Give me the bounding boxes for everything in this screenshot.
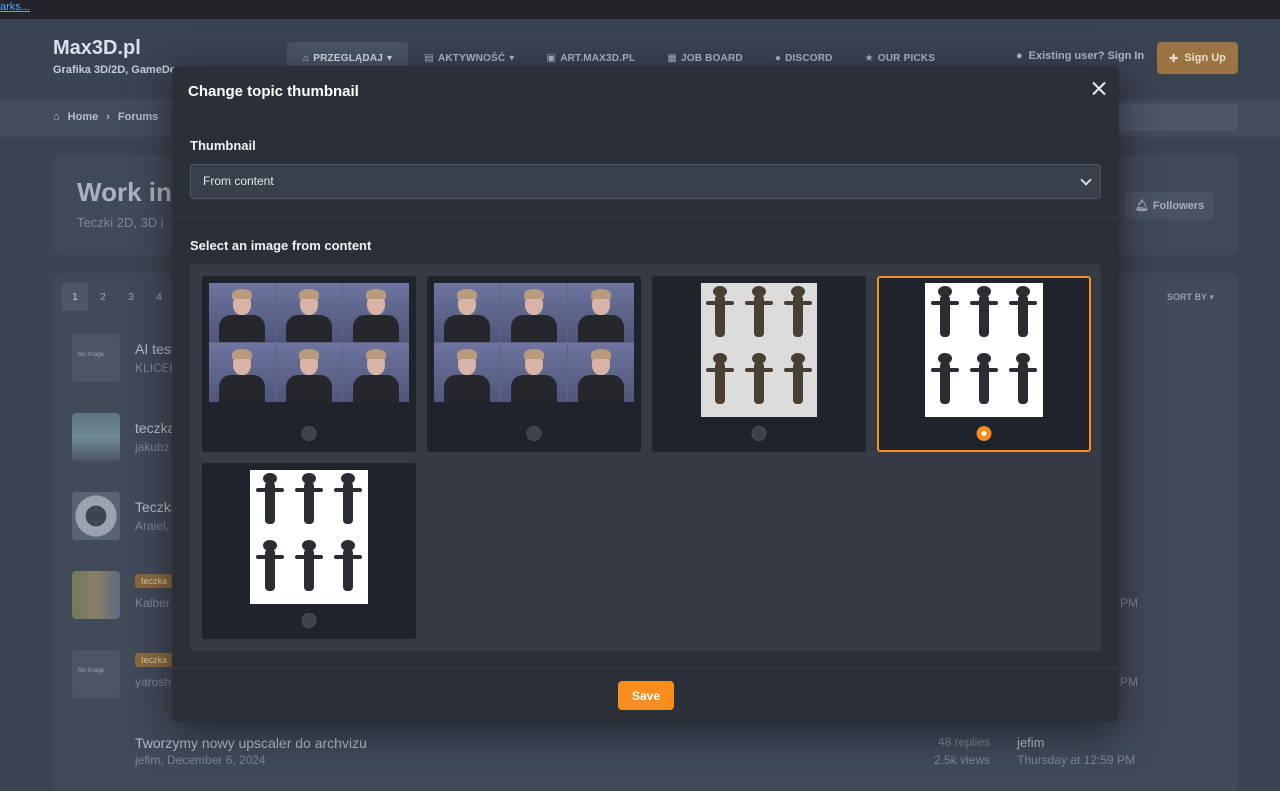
chevron-right-icon: › [106, 111, 110, 123]
image-radio[interactable] [301, 426, 317, 441]
image-radio[interactable] [526, 426, 542, 441]
sign-in-label: Existing user? Sign In [1028, 50, 1145, 62]
topic-thumbnail[interactable] [72, 334, 120, 382]
sign-in-link[interactable]: ● Existing user? Sign In [1016, 50, 1144, 62]
image-option-selected[interactable] [877, 276, 1091, 452]
page-4[interactable]: 4 [146, 283, 172, 311]
creature-sheet-image[interactable] [701, 283, 817, 417]
chevron-down-icon [1080, 174, 1092, 186]
thumbnail-source-select[interactable]: From content [190, 164, 1101, 199]
user-icon: ● [1016, 50, 1023, 62]
followers-button[interactable]: 🔔︎ Followers [1125, 192, 1214, 219]
home-icon: ⌂ [53, 111, 60, 123]
topic-thumbnail[interactable] [72, 650, 120, 698]
image-option[interactable] [652, 276, 866, 452]
topic-thumbnail[interactable] [72, 413, 120, 461]
forum-title: Work in [77, 177, 172, 207]
bell-icon: 🔔︎ [1134, 200, 1149, 212]
search-input[interactable] [1100, 104, 1238, 131]
site-subtitle: Grafika 3D/2D, GameDev [53, 64, 183, 76]
nav-label: OUR PICKS [877, 52, 936, 64]
topic-thumbnail[interactable] [72, 492, 120, 540]
last-post-time: PM [1120, 675, 1138, 689]
page-3[interactable]: 3 [118, 283, 144, 311]
thumbnail-source-value: From content [203, 174, 274, 188]
topic-row[interactable]: Tworzymy nowy upscaler do archvizu jefim… [72, 729, 1222, 789]
page-1[interactable]: 1 [62, 283, 88, 311]
divider [172, 217, 1119, 218]
brand[interactable]: Max3D.pl Grafika 3D/2D, GameDev [53, 37, 182, 76]
image-option[interactable] [202, 276, 416, 452]
image-option[interactable] [427, 276, 641, 452]
save-button[interactable]: Save [618, 681, 674, 710]
chat-icon: ● [774, 52, 782, 64]
topic-author[interactable]: Kalber [135, 596, 170, 610]
home-icon: ⌂ [303, 52, 310, 64]
topic-title[interactable]: AI test [135, 341, 175, 357]
topic-title[interactable]: Tworzymy nowy upscaler do archvizu [135, 735, 367, 751]
nav-label: DISCORD [785, 52, 833, 64]
knight-sheet-image[interactable] [925, 283, 1043, 417]
sort-by-menu[interactable]: SORT BY ▾ [1167, 292, 1214, 303]
followers-label: Followers [1152, 199, 1205, 212]
sign-up-button[interactable]: ✚ Sign Up [1157, 42, 1238, 74]
image-radio[interactable] [751, 426, 767, 441]
topic-tag[interactable]: teczka [135, 653, 174, 667]
topic-views: 2.5k views [933, 753, 990, 767]
topic-tag[interactable]: teczka [135, 574, 174, 588]
breadcrumb-forums[interactable]: Forums [118, 111, 158, 123]
chevron-down-icon: ▾ [1209, 292, 1214, 302]
portrait-sheet-image[interactable] [209, 283, 409, 402]
image-option[interactable] [202, 463, 416, 639]
topic-author[interactable]: jakubz [135, 440, 170, 454]
close-icon[interactable] [1088, 78, 1110, 100]
dialog-footer-divider [172, 668, 1119, 669]
last-post-time: PM [1120, 596, 1138, 610]
page-2[interactable]: 2 [90, 283, 116, 311]
sign-up-label: Sign Up [1184, 52, 1226, 64]
nav-label: AKTYWNOŚĆ [437, 52, 506, 64]
sort-label: SORT BY [1167, 292, 1207, 302]
dialog-title: Change topic thumbnail [188, 83, 359, 100]
select-image-label: Select an image from content [190, 238, 372, 253]
list-icon: ▤ [424, 52, 434, 64]
chevron-down-icon: ▾ [387, 52, 393, 64]
image-radio[interactable] [301, 613, 317, 628]
image-grid [190, 264, 1101, 651]
topic-replies: 48 replies [937, 735, 990, 749]
portrait-sheet-image[interactable] [434, 283, 634, 402]
topic-author[interactable]: jefim, December 6, 2024 [135, 753, 266, 767]
breadcrumb-home[interactable]: Home [68, 111, 99, 123]
nav-label: ART.MAX3D.PL [560, 52, 636, 64]
star-icon: ★ [864, 52, 874, 64]
topic-author[interactable]: yarosh [135, 675, 171, 689]
bookmarks-link[interactable]: arks... [0, 1, 30, 13]
topic-thumbnail[interactable] [72, 571, 120, 619]
image-radio-selected[interactable] [976, 426, 992, 441]
change-thumbnail-dialog: Change topic thumbnail Thumbnail From co… [172, 66, 1119, 722]
last-post-time: Thursday at 12:59 PM [1017, 753, 1136, 767]
topic-author[interactable]: Araiel, [135, 519, 169, 533]
last-poster[interactable]: jefim [1017, 735, 1044, 750]
nav-label: PRZEGLĄDAJ [313, 52, 384, 64]
knight-sheet-image[interactable] [250, 470, 368, 604]
user-plus-icon: ✚ [1169, 52, 1179, 65]
site-title[interactable]: Max3D.pl [53, 37, 182, 60]
topic-title[interactable]: teczka [135, 420, 175, 436]
forum-subtitle: Teczki 2D, 3D i [77, 215, 164, 230]
top-strip: arks... [0, 0, 1280, 19]
pagination: 1 2 3 4 [62, 283, 172, 311]
nav-label: JOB BOARD [681, 52, 743, 64]
chevron-down-icon: ▾ [509, 52, 515, 64]
thumbnail-label: Thumbnail [190, 138, 256, 153]
briefcase-icon: ▦ [667, 52, 678, 64]
image-icon: ▣ [546, 52, 557, 64]
